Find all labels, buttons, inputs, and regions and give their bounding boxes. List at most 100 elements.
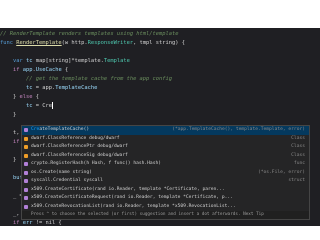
suggestion-detail: func [293,161,305,166]
code-token: (w http. [61,40,88,46]
code-token: else [19,94,33,100]
suggestion-label: CreateTemplateCache() [31,126,89,135]
suggestion-text: x509.CreateRevocationList(rand io.Reader… [31,203,236,209]
autocomplete-popup[interactable]: CreateTemplateCache() (*app.TemplateCache… [21,125,310,220]
code-token: RenderTemplate [16,40,62,46]
code-token: } [0,112,17,118]
suggestion-text: x509.CreateCertificateRequest(rand io.Re… [31,195,233,200]
code-token: if [12,67,23,73]
code-token: tc [25,58,36,64]
code-line[interactable]: func RenderTemplate(w http.ResponseWrite… [0,39,320,48]
suggestion-text: crypto.RegisterHash(h Hash, f func() has… [31,161,161,166]
suggestion-label: syscall.Credential syscall [31,177,103,186]
code-token: _, [0,211,23,217]
code-editor[interactable]: // RenderTemplate renders templates usin… [0,28,320,226]
suggestion-text: ateTemplateCache() [39,127,90,132]
text-cursor [51,102,53,109]
code-token: } [0,157,17,163]
suggestion-item[interactable]: x509.CreateCertificateRequest(rand io.Re… [22,194,309,203]
suggestion-detail: (*app.TemplateCache(), template.Template… [172,127,305,132]
suggestion-label: dwarf.ClassReferencePtr debug/dwarf [31,143,128,152]
code-token: _ [0,193,20,199]
code-token: if [12,220,23,226]
code-line[interactable]: var tc map[string]*template.Template [0,57,320,66]
suggestion-item[interactable]: crypto.RegisterHash(h Hash, f func() has… [22,160,309,169]
func-icon [24,170,28,175]
func-icon [24,179,28,183]
suggestion-text: syscall.Credential syscall [31,178,103,183]
code-line[interactable]: tc = app.TemplateCache [0,84,320,93]
suggestion-label: x509.CreateCertificate(rand io.Reader, t… [31,186,225,195]
suggestion-item[interactable]: CreateTemplateCache() (*app.TemplateCache… [22,126,309,135]
suggestion-text: dwarf.ClassReference debug/dwarf [31,135,120,141]
suggestion-label: x509.CreateRevocationList(rand io.Reader… [31,203,236,212]
suggestion-item[interactable]: syscall.Credential syscall struct [22,177,309,186]
code-token: var [12,58,26,64]
code-line[interactable]: // get the template cache from the app c… [0,75,320,84]
code-token: // RenderTemplate renders templates usin… [0,31,179,37]
func-icon [24,128,28,132]
suggestion-detail: Class [291,152,305,158]
method-icon [24,187,28,192]
struct-icon [24,136,28,141]
code-token: // get the template cache from the app c… [25,76,173,82]
code-line[interactable]: } else { [0,93,320,102]
suggestion-footer-tip: Press ^ to choose the selected (or first… [22,211,309,219]
suggestion-label: os.Create(name string) [31,169,92,178]
suggestion-text: dwarf.ClassReferencePtr debug/dwarf [31,144,128,149]
suggestion-label: crypto.RegisterHash(h Hash, f func() has… [31,160,161,169]
suggestion-item[interactable]: dwarf.ClassReference debug/dwarf Class [22,135,309,144]
code-token: = Cre [35,103,52,109]
suggestion-text: dwarf.ClassReferenceSig debug/dwarf [31,152,128,158]
code-token: t, [0,130,23,136]
suggestion-label: dwarf.ClassReferenceSig debug/dwarf [31,152,128,161]
suggestion-item[interactable]: x509.CreateRevocationList(rand io.Reader… [22,203,309,212]
suggestion-detail: Class [291,135,305,141]
suggestion-text: x509.CreateCertificate(rand io.Reader, t… [31,186,225,192]
suggestion-detail: struct [288,178,305,183]
suggestion-detail: Class [291,144,305,149]
screenshot-frame: // RenderTemplate renders templates usin… [0,0,320,240]
code-token: != nil { [35,220,62,226]
code-token: { [32,94,39,100]
code-line[interactable]: tc = Cre [0,102,320,111]
code-token: tc [25,85,36,91]
code-token: = app. [35,85,56,91]
code-line[interactable]: if err != nil { [0,219,320,226]
code-token: } [0,94,20,100]
suggestion-item[interactable]: os.Create(name string) (*os.File, error) [22,169,309,178]
suggestion-item[interactable]: dwarf.ClassReferenceSig debug/dwarf Class [22,152,309,161]
code-line[interactable]: if app.UseCache { [0,66,320,75]
func-icon [24,162,28,166]
code-token: func [0,40,17,46]
code-token: , tmpl string) { [133,40,186,46]
suggestion-text: os.Create(name string) [31,169,92,175]
code-token: { [61,67,69,73]
suggestion-label: dwarf.ClassReference debug/dwarf [31,135,120,144]
method-icon [24,204,28,209]
code-token: Template [103,58,130,64]
code-token: map[string]*template. [35,58,104,64]
code-token: err [22,220,36,226]
code-line[interactable]: } [0,111,320,120]
suggestion-detail: (*os.File, error) [257,169,305,175]
suggestion-label: x509.CreateCertificateRequest(rand io.Re… [31,194,233,203]
suggestion-item[interactable]: dwarf.ClassReferencePtr debug/dwarf Class [22,143,309,152]
code-line[interactable]: // RenderTemplate renders templates usin… [0,30,320,39]
code-token: TemplateCache [55,85,98,91]
struct-icon [24,153,28,158]
code-token: ResponseWriter [87,40,134,46]
suggestion-item[interactable]: x509.CreateCertificate(rand io.Reader, t… [22,186,309,195]
struct-icon [24,145,28,149]
method-icon [24,196,28,200]
code-token: UseCache [35,67,62,73]
